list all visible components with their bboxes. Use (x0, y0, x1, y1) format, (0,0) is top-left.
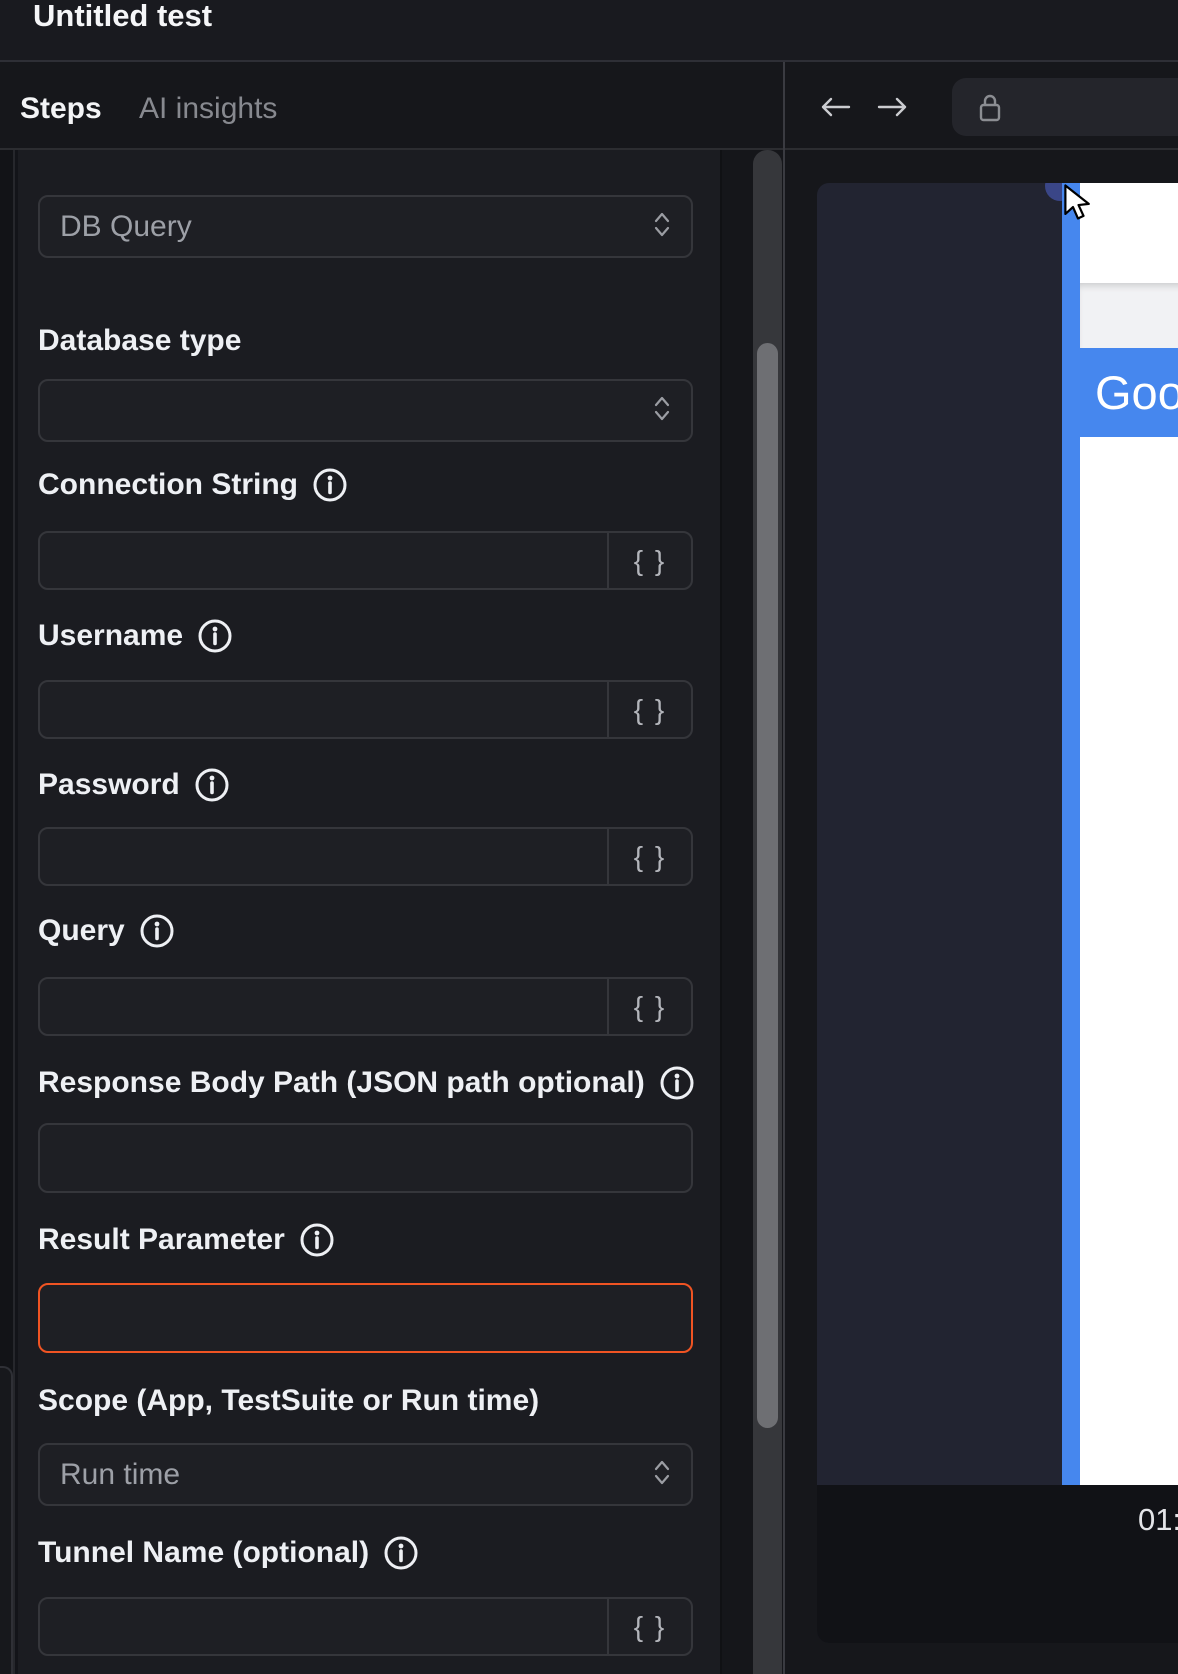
database-type-select[interactable] (38, 379, 693, 442)
field-label: Response Body Path (JSON path optional) (38, 1064, 645, 1102)
field-label: Database type (38, 322, 241, 360)
field-label: Password (38, 766, 180, 804)
title-bar: Untitled test (0, 0, 1178, 62)
timestamp: 01: (1138, 1501, 1178, 1539)
preview-google-banner: Goog (1062, 348, 1178, 437)
parameter-toggle-button[interactable]: { } (607, 1599, 691, 1654)
arrow-left-icon (820, 96, 851, 118)
browser-back-button[interactable] (820, 96, 851, 123)
connection-string-label-row: Connection String (38, 466, 348, 504)
info-icon[interactable] (659, 1065, 695, 1101)
info-icon[interactable] (194, 767, 230, 803)
scope-label-row: Scope (App, TestSuite or Run time) (38, 1382, 539, 1420)
arrow-right-icon (877, 96, 908, 118)
parameter-toggle-button[interactable]: { } (607, 682, 691, 737)
info-icon[interactable] (139, 913, 175, 949)
left-drawer-handle[interactable] (0, 1366, 13, 1674)
password-input[interactable]: { } (38, 827, 693, 886)
page-title: Untitled test (33, 0, 212, 36)
preview-footer: 01: (817, 1485, 1178, 1643)
parameter-toggle-button[interactable]: { } (607, 533, 691, 588)
result-parameter-label-row: Result Parameter (38, 1221, 335, 1259)
preview-white-body (1080, 437, 1178, 1485)
username-input[interactable]: { } (38, 680, 693, 739)
parameter-toggle-button[interactable]: { } (607, 829, 691, 884)
parameter-toggle-button[interactable]: { } (607, 979, 691, 1034)
chevron-updown-icon (651, 1459, 673, 1491)
password-label-row: Password (38, 766, 230, 804)
query-input[interactable]: { } (38, 977, 693, 1036)
step-type-value: DB Query (40, 210, 691, 244)
result-parameter-input[interactable] (38, 1283, 693, 1353)
step-properties-panel: DB Query Database type Connecti (18, 150, 722, 1674)
response-body-path-label-row: Response Body Path (JSON path optional) (38, 1064, 695, 1102)
database-type-label-row: Database type (38, 322, 241, 360)
google-banner-text: Goog (1062, 365, 1178, 420)
field-label: Tunnel Name (optional) (38, 1534, 369, 1572)
preview-gray-band (1080, 283, 1178, 348)
scope-select[interactable]: Run time (38, 1443, 693, 1506)
connection-string-input[interactable]: { } (38, 531, 693, 590)
info-icon[interactable] (383, 1535, 419, 1571)
app-window: Untitled test Steps AI insights DB Query (0, 0, 1178, 1674)
field-label: Scope (App, TestSuite or Run time) (38, 1382, 539, 1420)
field-label: Username (38, 617, 183, 655)
info-icon[interactable] (299, 1222, 335, 1258)
chevron-updown-icon (651, 211, 673, 243)
query-label-row: Query (38, 912, 175, 950)
tunnel-name-input[interactable]: { } (38, 1597, 693, 1656)
step-screenshot-card: Goog 01: (817, 183, 1178, 1643)
mouse-cursor-icon (1062, 184, 1098, 227)
step-type-select[interactable]: DB Query (38, 195, 693, 258)
response-body-path-input[interactable] (38, 1123, 693, 1193)
info-icon[interactable] (312, 467, 348, 503)
browser-forward-button[interactable] (877, 96, 908, 123)
info-icon[interactable] (197, 618, 233, 654)
field-label: Query (38, 912, 125, 950)
field-label: Connection String (38, 466, 298, 504)
username-label-row: Username (38, 617, 233, 655)
tab-steps[interactable]: Steps (20, 90, 102, 128)
lock-icon (979, 93, 1001, 128)
tab-ai-insights[interactable]: AI insights (139, 90, 277, 128)
chevron-updown-icon (651, 395, 673, 427)
tunnel-name-label-row: Tunnel Name (optional) (38, 1534, 419, 1572)
scrollbar-thumb[interactable] (757, 343, 778, 1428)
field-label: Result Parameter (38, 1221, 285, 1259)
